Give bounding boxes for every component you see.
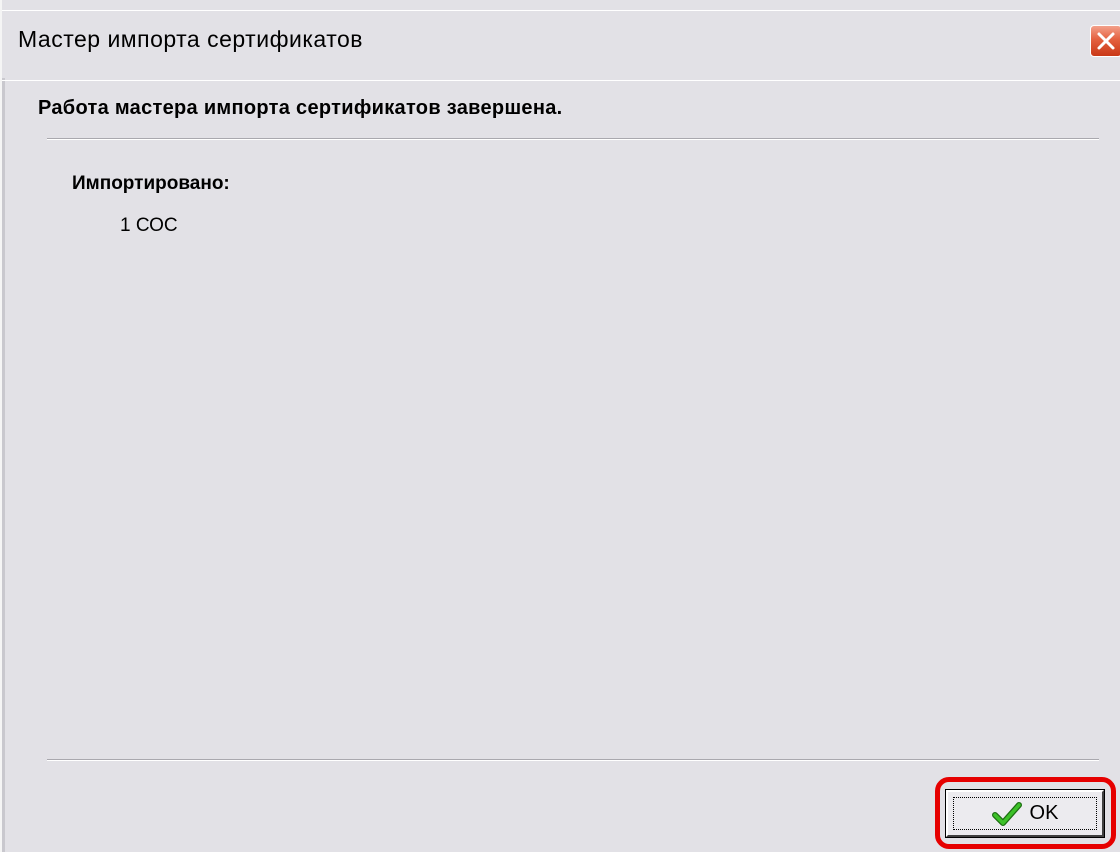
ok-button-focus-rect: OK [953, 797, 1097, 830]
certificate-import-wizard-window: Мастер импорта сертификатов Работа масте… [0, 0, 1120, 852]
close-icon [1097, 32, 1115, 50]
window-title: Мастер импорта сертификатов [18, 26, 363, 52]
header-divider [2, 80, 1120, 81]
ok-button[interactable]: OK [945, 789, 1105, 838]
close-button[interactable] [1090, 25, 1120, 57]
title-bar[interactable]: Мастер импорта сертификатов [2, 0, 1120, 78]
title-bar-divider [2, 10, 1120, 11]
content-separator-bottom [47, 759, 1099, 761]
imported-label: Импортировано: [72, 173, 230, 194]
checkmark-icon [991, 801, 1022, 826]
ok-button-label: OK [1029, 802, 1059, 824]
imported-value: 1 СОС [120, 215, 178, 236]
completion-message: Работа мастера импорта сертификатов заве… [38, 97, 563, 119]
content-separator-top [47, 138, 1099, 140]
